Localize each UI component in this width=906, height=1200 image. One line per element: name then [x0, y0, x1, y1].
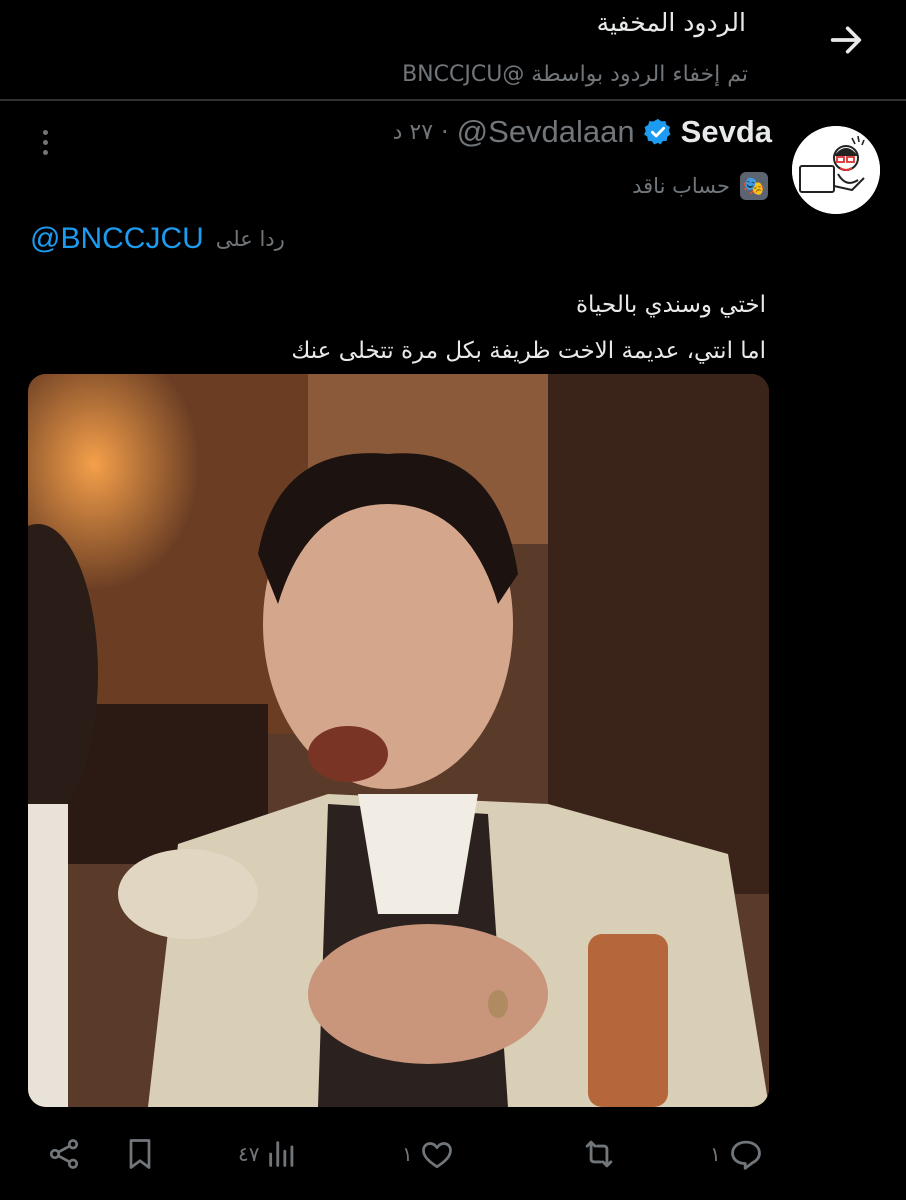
views-button[interactable]: ٤٧: [238, 1128, 299, 1180]
replies-count: ١: [710, 1142, 721, 1166]
arrow-right-icon: [830, 26, 862, 54]
avatar[interactable]: [792, 126, 880, 214]
header: الردود المخفية تم إخفاء الردود بواسطة @B…: [0, 0, 906, 100]
tweet-text-line: اختي وسندي بالحياة: [576, 292, 766, 318]
author-name[interactable]: Sevda: [681, 114, 772, 150]
reply-to-handle[interactable]: @BNCCJCU: [30, 222, 204, 256]
like-icon: [421, 1142, 452, 1169]
header-divider: [0, 99, 906, 101]
back-button[interactable]: [824, 18, 868, 62]
more-dot: [42, 149, 48, 155]
share-icon: [49, 1139, 79, 1169]
tweet-text: اختي وسندي بالحياة اما انتي، عديمة الاخت…: [146, 282, 766, 374]
bookmark-button[interactable]: [122, 1128, 158, 1180]
author-handle[interactable]: @Sevdalaan: [457, 114, 635, 150]
reply-button[interactable]: ١: [710, 1128, 765, 1180]
bookmark-icon: [129, 1139, 151, 1169]
tweet-time[interactable]: ٢٧ د: [393, 120, 433, 145]
account-label[interactable]: 🎭 حساب ناقد: [632, 172, 768, 200]
retweet-icon: [585, 1140, 613, 1168]
likes-count: ١: [402, 1142, 413, 1166]
views-icon: [269, 1141, 294, 1167]
share-button[interactable]: [46, 1128, 82, 1180]
reply-prefix: ردا على: [215, 227, 285, 251]
tweet-actions: ٤٧ ١ ١: [0, 1128, 906, 1180]
reply-icon: [730, 1140, 761, 1170]
page-subtitle: تم إخفاء الردود بواسطة @BNCCJCU: [402, 62, 748, 87]
avatar-illustration: [792, 126, 880, 214]
page-title: الردود المخفية: [596, 8, 746, 37]
theater-mask-icon: 🎭: [740, 172, 768, 200]
media-gif-illustration: [28, 374, 769, 1107]
more-options-button[interactable]: [30, 124, 60, 160]
more-vertical-icon: [42, 129, 48, 135]
views-count: ٤٧: [238, 1142, 260, 1166]
retweet-button[interactable]: [574, 1128, 618, 1180]
author-line: Sevda @Sevdalaan · ٢٧ د: [393, 114, 772, 150]
tweet-text-line: اما انتي، عديمة الاخت ظريفة بكل مرة تتخل…: [291, 338, 766, 364]
separator-dot: ·: [441, 118, 449, 146]
account-label-text: حساب ناقد: [632, 174, 730, 198]
replying-to: @BNCCJCU ردا على: [30, 222, 285, 256]
more-dot: [42, 139, 48, 145]
like-button[interactable]: ١: [402, 1128, 455, 1180]
tweet-media[interactable]: [28, 374, 769, 1107]
verified-badge-icon: [643, 118, 671, 145]
